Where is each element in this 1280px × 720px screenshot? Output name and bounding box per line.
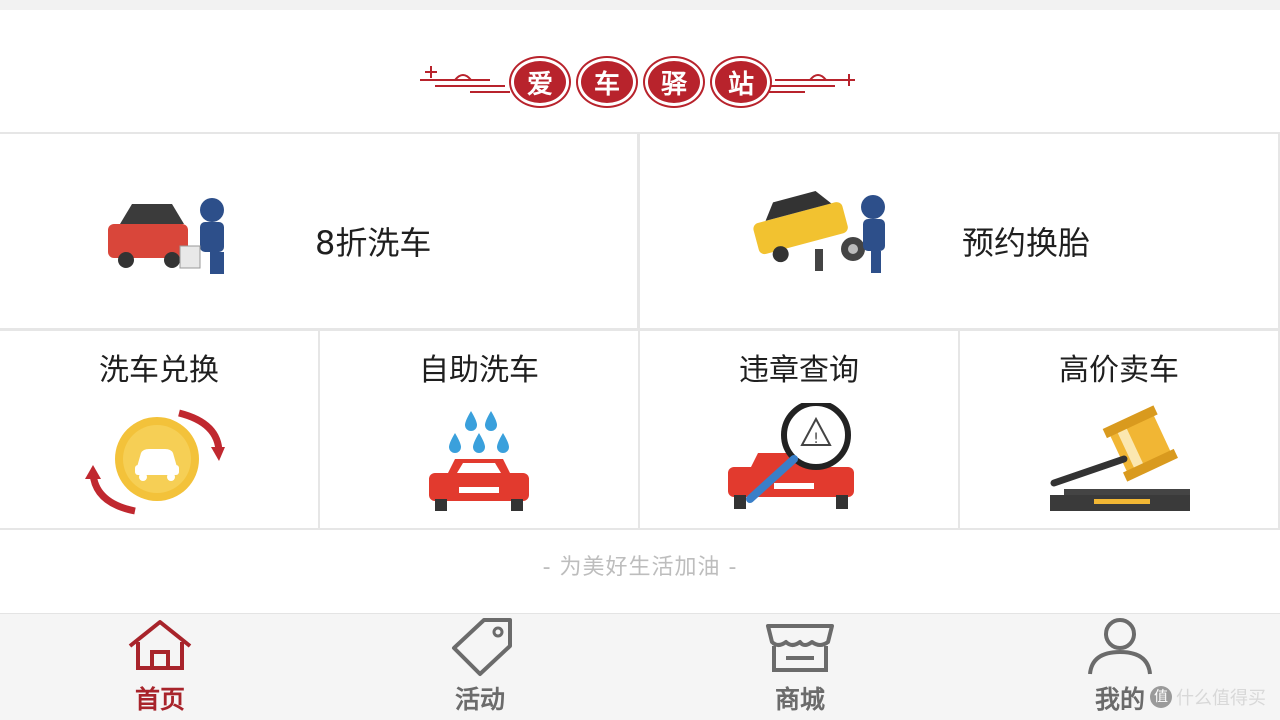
slogan-text: - 为美好生活加油 -	[0, 530, 1280, 613]
watermark: 值 什么值得买	[1150, 684, 1266, 710]
tag-icon	[452, 618, 512, 676]
banner-seal: 车	[578, 58, 636, 106]
service-tile-violation-query[interactable]: 违章查询 !	[640, 331, 958, 528]
service-tile-sell-car[interactable]: 高价卖车	[960, 331, 1278, 528]
service-tile-tire-booking[interactable]: 预约换胎	[640, 134, 1278, 328]
watermark-text: 什么值得买	[1176, 688, 1266, 709]
tab-label: 商城	[774, 685, 825, 714]
service-label: 预约换胎	[962, 224, 1091, 262]
banner-seal: 驿	[645, 58, 703, 106]
tab-activities[interactable]: 活动	[320, 614, 640, 720]
watermark-logo-icon: 值	[1150, 686, 1172, 708]
service-tile-self-wash[interactable]: 自助洗车	[320, 331, 638, 528]
tab-label: 活动	[454, 685, 505, 714]
violation-search-icon: !	[728, 403, 854, 509]
tire-change-worker-icon	[753, 190, 885, 273]
service-label: 违章查询	[739, 353, 859, 388]
coin-exchange-icon	[85, 409, 225, 515]
tab-home[interactable]: 首页	[0, 614, 320, 720]
bottom-tab-bar: 首页 活动 商城 我的	[0, 613, 1280, 720]
auction-gavel-icon	[1050, 405, 1190, 511]
svg-text:!: !	[813, 431, 819, 447]
service-label: 高价卖车	[1059, 353, 1179, 388]
service-label: 8折洗车	[315, 224, 432, 262]
status-strip	[0, 0, 1280, 10]
tab-store[interactable]: 商城	[640, 614, 960, 720]
car-wash-worker-icon	[108, 198, 224, 274]
home-icon	[128, 620, 192, 670]
user-icon	[1088, 618, 1152, 675]
banner-seal: 爱	[511, 58, 569, 106]
service-tile-car-wash-discount[interactable]: 8折洗车	[0, 134, 637, 328]
service-label: 自助洗车	[419, 353, 539, 388]
banner-seal: 站	[712, 58, 770, 106]
banner-title: 爱 车 驿 站	[511, 58, 770, 106]
store-icon	[766, 624, 834, 672]
service-tile-wash-exchange[interactable]: 洗车兑换	[0, 331, 318, 528]
tab-label: 首页	[134, 685, 185, 714]
header-banner: 爱 车 驿 站	[0, 10, 1280, 132]
self-wash-car-icon	[429, 411, 529, 511]
service-label: 洗车兑换	[99, 353, 219, 388]
